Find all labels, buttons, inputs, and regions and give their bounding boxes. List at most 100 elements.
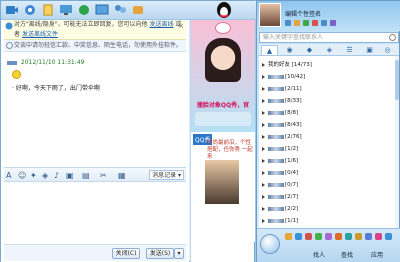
search-button[interactable]: 查找 [341,250,353,259]
list-item[interactable]: [8/33] [262,96,302,106]
app-icon-weather[interactable] [345,233,352,240]
list-item[interactable]: [8/8] [262,108,298,118]
send-offline-file-link[interactable]: 发送离线文件 [22,31,58,38]
chevron-right-icon [262,146,265,151]
qq-header: 编辑个性签名 [257,1,400,31]
list-item[interactable]: [2/2] [262,204,298,214]
close-notice-icon[interactable]: × [178,21,184,31]
chevron-right-icon [262,98,265,103]
list-item[interactable]: [0/4] [262,168,298,178]
list-item[interactable]: [2/76] [262,132,302,142]
image-icon[interactable]: ▣ [66,171,74,180]
chevron-right-icon [262,86,265,91]
offline-notice: 对方"离线/隐身"，可能无法立即回复，您可以向他 发送离线 或者 发送离线文件 … [4,20,186,40]
font-icon[interactable]: A [6,171,11,180]
qzone-icon[interactable] [285,20,291,26]
chevron-right-icon [262,206,265,211]
list-item[interactable]: [1/1] [262,216,298,226]
tab-weibo[interactable]: ◈ [321,45,338,55]
video-icon[interactable] [330,20,336,26]
mail-icon[interactable] [303,20,309,26]
tab-contacts[interactable]: ▲ [261,45,278,55]
voice-call-icon[interactable] [23,3,37,17]
app-icon-shop[interactable] [335,233,342,240]
app-center-icon[interactable] [77,3,91,17]
tab-discussion[interactable]: ◆ [301,45,318,55]
app-icon-docs[interactable] [365,233,372,240]
tab-groups[interactable]: ◉ [281,45,298,55]
search-icon[interactable] [389,34,396,41]
list-scrollbar[interactable] [395,56,399,228]
screenshot-icon[interactable]: ✂ [100,171,107,180]
emoji-icon[interactable]: ☺ [18,171,26,180]
file-transfer-icon[interactable] [41,3,55,17]
music-icon[interactable] [321,20,327,26]
voice-message-icon[interactable]: ♪ [54,171,59,180]
tab-recent[interactable]: ☰ [341,45,358,55]
qq-show-ad[interactable]: 撞脸对象QQ秀，官 [191,20,255,132]
send-image-icon[interactable]: ▤ [82,171,90,180]
remote-desktop-icon[interactable] [59,3,73,17]
chat-conversation-pane: 对方"离线/隐身"，可能无法立即回复，您可以向他 发送离线 或者 发送离线文件 … [1,20,189,262]
tab-more[interactable]: ◎ [379,45,396,55]
app-icon-pet[interactable] [295,233,302,240]
avatar[interactable] [259,3,281,27]
contact-search-input[interactable]: 输入关键字查找联系人 [259,32,399,43]
message-input[interactable] [4,182,186,244]
app-icon-video[interactable] [325,233,332,240]
list-item[interactable]: [8/43] [262,120,302,130]
message-text: · 好啊，今天下雨了，出门带伞啊 [12,85,100,92]
scroll-thumb[interactable] [395,60,399,100]
main-menu-icon[interactable] [260,234,280,254]
chevron-right-icon [262,194,265,199]
send-options-button[interactable]: ▾ [174,248,184,259]
more-apps-icon[interactable] [131,3,145,17]
app-icon-music[interactable] [305,233,312,240]
app-icon-photo[interactable] [375,233,382,240]
signature[interactable]: 编辑个性签名 [285,9,321,18]
history-label: 消息记录 [152,172,177,179]
list-item[interactable]: 我的好友 [14/73] [262,60,312,70]
security-text: 交谈中请勿轻信汇款、中奖信息、陌生电话，勿使用外挂软件。 [14,42,183,49]
send-offline-link[interactable]: 发送离线 [149,21,173,28]
ad-decoration [195,112,251,126]
shake-icon[interactable]: ◈ [42,171,48,180]
apps-button[interactable]: 应用 [371,250,383,259]
app-icon-wallet[interactable] [355,233,362,240]
qq-footer: 找人 查找 应用 [257,228,400,262]
close-button[interactable]: 关闭(C) [112,248,140,259]
list-item[interactable]: [1/2] [262,144,298,154]
list-item[interactable]: [0/7] [262,180,298,190]
list-item[interactable]: [10/42] [262,72,305,82]
chevron-right-icon [262,110,265,115]
chevron-right-icon [262,218,265,223]
list-item[interactable]: [2/11] [262,84,302,94]
create-group-icon[interactable] [113,3,127,17]
panda-icon [215,22,231,34]
security-tip: 交谈中请勿轻信汇款、中奖信息、陌生电话，勿使用外挂软件。 [4,40,186,52]
tab-apps[interactable]: ▣ [361,45,378,55]
app-icon-game[interactable] [285,233,292,240]
app-icon-mail[interactable] [315,233,322,240]
send-button[interactable]: 发送(S) [146,248,174,259]
ad2-photo [205,160,239,204]
weibo-icon[interactable] [294,20,300,26]
message-header: 2012/11/10 11:31:49 [7,59,84,66]
qq-show-ad-2[interactable]: QQ秀 时尚最前沿，个性搭配，任你秀 一起来 [191,132,255,242]
qq-main-panel: 编辑个性签名 输入关键字查找联系人 ▲ ◉ ◆ ◈ ☰ ▣ ◎ 我的好友 [14… [256,0,400,262]
wallet-icon[interactable] [312,20,318,26]
message-history-button[interactable]: 消息记录 ▾ [149,170,184,180]
video-call-icon[interactable] [5,3,19,17]
find-people-button[interactable]: 找人 [313,250,325,259]
app-icon-add[interactable] [385,233,392,240]
screen-share-icon[interactable] [95,3,109,17]
sender-name [7,60,17,65]
warning-icon [6,42,13,49]
ad-column: 撞脸对象QQ秀，官 QQ秀 时尚最前沿，个性搭配，任你秀 一起来 [190,20,255,262]
list-item[interactable]: [1/6] [262,156,298,166]
gift-icon[interactable]: ▦ [118,171,126,180]
magic-emoji-icon[interactable]: ✦ [30,171,37,180]
list-item[interactable]: [2/7] [262,192,298,202]
chevron-right-icon [262,74,265,79]
chat-window: 对方"离线/隐身"，可能无法立即回复，您可以向他 发送离线 或者 发送离线文件 … [0,0,256,262]
